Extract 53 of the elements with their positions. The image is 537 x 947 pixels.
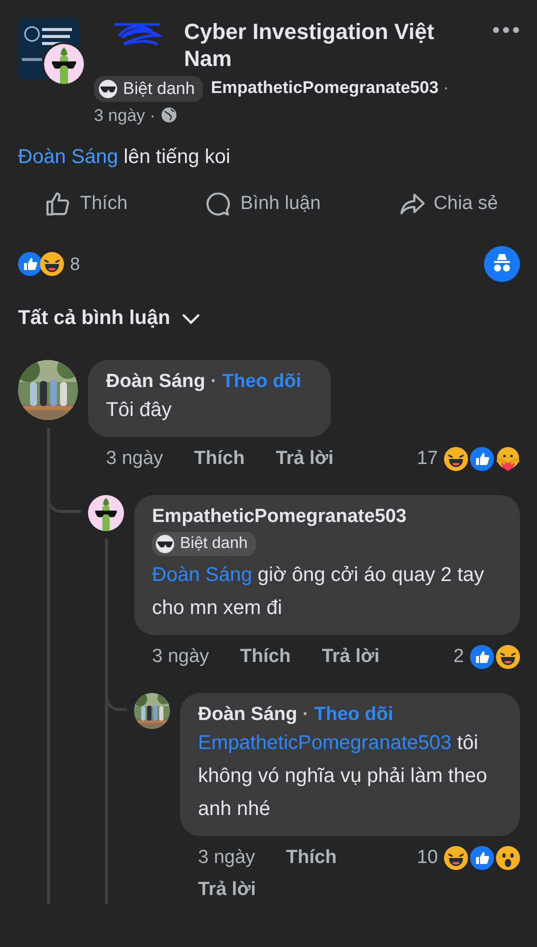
comment-button[interactable]: Bình luận	[204, 184, 321, 224]
commenter-name[interactable]: EmpatheticPomegranate503	[152, 506, 406, 527]
incognito-icon[interactable]	[484, 246, 520, 282]
cartoon-avatar-icon	[42, 42, 86, 86]
reply-link[interactable]: Trả lời	[198, 876, 256, 904]
commenter-name[interactable]: Đoàn Sáng	[106, 371, 206, 392]
like-reaction-icon	[18, 252, 42, 276]
separator-dot: ·	[302, 704, 309, 725]
share-button[interactable]: Chia sẻ	[398, 184, 498, 224]
like-link[interactable]: Thích	[286, 844, 337, 872]
post-time: 3 ngày	[94, 106, 146, 125]
cartoon-avatar-icon	[88, 495, 124, 531]
comment-time: 3 ngày	[198, 846, 256, 870]
comment-time: 3 ngày	[106, 447, 164, 471]
like-link[interactable]: Thích	[240, 643, 291, 671]
surprised-face-icon	[496, 846, 520, 870]
group-name[interactable]: Cyber Investigation Việt Nam	[184, 18, 480, 72]
sunglasses-face-icon	[98, 78, 118, 99]
author-name[interactable]: EmpatheticPomegranate503	[210, 78, 439, 97]
nickname-badge: Biệt danh	[94, 76, 203, 102]
laughing-face-icon	[444, 447, 468, 471]
laughing-face-icon	[496, 645, 520, 669]
sunglasses-face-icon	[155, 534, 175, 554]
nickname-badge: Biệt danh	[152, 532, 256, 556]
comment-time: 3 ngày	[152, 645, 210, 669]
commenter-name[interactable]: Đoàn Sáng	[198, 704, 298, 725]
comment-text: Đoàn Sáng giờ ông cởi áo quay 2 tay cho mn xem đi	[152, 563, 486, 621]
reply-link[interactable]: Trả lời	[322, 643, 380, 671]
globe-icon	[160, 106, 178, 124]
separator-dot: ·	[443, 78, 449, 97]
reaction-count[interactable]: 10	[416, 847, 438, 869]
hugging-face-icon	[496, 447, 520, 471]
like-reaction-icon	[470, 645, 494, 669]
thumbs-up-icon	[44, 190, 72, 218]
like-button[interactable]: Thích	[44, 184, 128, 224]
reaction-count[interactable]: 2	[453, 646, 464, 668]
comment-text: Tôi đây	[106, 398, 173, 423]
reaction-count[interactable]: 17	[416, 448, 438, 470]
reaction-count[interactable]: 8	[70, 254, 80, 274]
speech-bubble-icon	[204, 190, 232, 218]
laughing-face-icon	[444, 846, 468, 870]
like-reaction-icon	[470, 447, 494, 471]
reply-link[interactable]: Trả lời	[276, 445, 334, 473]
laughing-face-icon	[40, 252, 64, 276]
comment-filter-dropdown[interactable]: Tất cả bình luận	[18, 307, 202, 330]
like-reaction-icon	[470, 846, 494, 870]
like-link[interactable]: Thích	[194, 445, 245, 473]
more-icon[interactable]	[492, 26, 520, 34]
mention-link[interactable]: Đoàn Sáng	[18, 146, 118, 168]
post-text: Đoàn Sáng lên tiếng koi	[18, 145, 232, 170]
comment-text: EmpatheticPomegranate503 tôi không vó nghĩa vụ phải làm theo anh nhé	[198, 731, 488, 822]
separator-dot: ·	[210, 371, 217, 392]
separator-dot: ·	[150, 106, 156, 125]
